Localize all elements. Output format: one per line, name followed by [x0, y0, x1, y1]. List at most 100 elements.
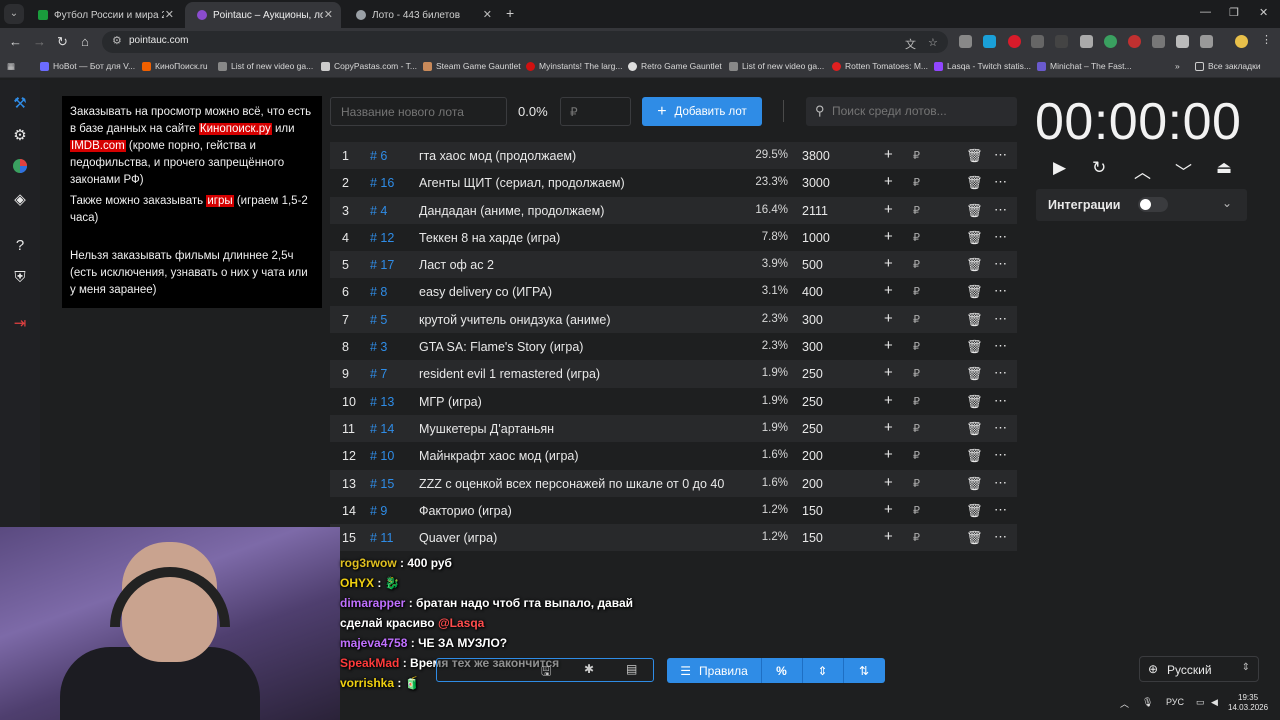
lot-amount[interactable]: 300: [802, 340, 823, 354]
extension-icon[interactable]: [1080, 35, 1093, 48]
lot-name[interactable]: крутой учитель онидзука (аниме): [419, 313, 611, 327]
lot-name[interactable]: МГР (игра): [419, 395, 482, 409]
add-amount-icon[interactable]: +: [884, 419, 893, 436]
more-options-icon[interactable]: ⋯: [994, 147, 1007, 163]
more-options-icon[interactable]: ⋯: [994, 447, 1007, 463]
more-options-icon[interactable]: ⋯: [994, 393, 1007, 409]
bookmark-item[interactable]: Retro Game Gauntlet: [628, 61, 722, 71]
settings-gear-icon[interactable]: ⚙: [10, 126, 30, 146]
lot-amount[interactable]: 200: [802, 477, 823, 491]
currency-input[interactable]: ₽: [913, 367, 920, 380]
add-lot-button[interactable]: + Добавить лот: [642, 97, 762, 126]
more-options-icon[interactable]: ⋯: [994, 420, 1007, 436]
add-amount-icon[interactable]: +: [884, 228, 893, 245]
chevron-down-icon[interactable]: ⌄: [1222, 196, 1232, 210]
currency-input[interactable]: ₽: [913, 313, 920, 326]
save-icon[interactable]: 🖫: [541, 662, 551, 683]
lot-name[interactable]: Агенты ЩИТ (сериал, продолжаем): [419, 176, 625, 190]
rules-button[interactable]: ☰ Правила: [667, 658, 761, 683]
network-icon[interactable]: ▭: [1196, 697, 1205, 708]
bookmark-item[interactable]: Lasqa - Twitch statis...: [934, 61, 1031, 71]
lot-search-input[interactable]: [832, 101, 1012, 121]
lot-amount[interactable]: 300: [802, 313, 823, 327]
lot-amount[interactable]: 3000: [802, 176, 830, 190]
shield-icon[interactable]: ⛨: [10, 268, 30, 288]
trash-icon[interactable]: 🗑: [966, 394, 983, 410]
logout-icon[interactable]: ⇥: [10, 314, 30, 334]
lot-name[interactable]: Quaver (игра): [419, 531, 497, 545]
lot-amount[interactable]: 250: [802, 395, 823, 409]
help-icon[interactable]: ?: [10, 236, 30, 256]
bookmark-item[interactable]: List of new video ga...: [218, 61, 313, 71]
lot-id[interactable]: # 10: [370, 449, 394, 463]
add-amount-icon[interactable]: +: [884, 173, 893, 190]
wheel-chart-icon[interactable]: [10, 158, 30, 178]
trash-icon[interactable]: 🗑: [966, 203, 983, 219]
lot-amount[interactable]: 250: [802, 422, 823, 436]
add-amount-icon[interactable]: +: [884, 337, 893, 354]
trash-icon[interactable]: 🗑: [966, 448, 983, 464]
extension-icon[interactable]: [1055, 35, 1068, 48]
extension-icon[interactable]: [983, 35, 996, 48]
new-lot-name-input[interactable]: [330, 97, 507, 126]
bookmark-item[interactable]: List of new video ga...: [729, 61, 824, 71]
timer-decrease-icon[interactable]: ﹀: [1175, 158, 1192, 183]
lot-name[interactable]: Дандадан (аниме, продолжаем): [419, 204, 604, 218]
lot-name[interactable]: GTA SA: Flame's Story (игра): [419, 340, 583, 354]
add-amount-icon[interactable]: +: [884, 364, 893, 381]
integrations-panel[interactable]: Интеграции ⌄: [1036, 189, 1247, 221]
bookmarks-overflow-icon[interactable]: »: [1175, 61, 1180, 71]
browser-tab-football[interactable]: Футбол России и мира 2026 - ✕: [26, 2, 182, 28]
currency-input[interactable]: ₽: [913, 204, 920, 217]
lot-name[interactable]: resident evil 1 remastered (игра): [419, 367, 600, 381]
lot-id[interactable]: # 3: [370, 340, 387, 354]
trash-icon[interactable]: 🗑: [966, 230, 983, 246]
timer-double-up-icon[interactable]: ⏏: [1216, 158, 1232, 178]
more-options-icon[interactable]: ⋯: [994, 311, 1007, 327]
reload-icon[interactable]: ↻: [57, 34, 68, 50]
delete-all-icon[interactable]: ▤: [626, 662, 637, 676]
add-amount-icon[interactable]: +: [884, 392, 893, 409]
lot-search[interactable]: ⚲: [806, 97, 1017, 126]
lot-name[interactable]: Теккен 8 на харде (игра): [419, 231, 560, 245]
lot-name[interactable]: Ласт оф ас 2: [419, 258, 494, 272]
lot-amount[interactable]: 500: [802, 258, 823, 272]
minimize-icon[interactable]: —: [1200, 6, 1211, 18]
more-options-icon[interactable]: ⋯: [994, 365, 1007, 381]
currency-input[interactable]: ₽: [913, 477, 920, 490]
add-amount-icon[interactable]: +: [884, 474, 893, 491]
more-options-icon[interactable]: ⋯: [994, 174, 1007, 190]
trash-icon[interactable]: 🗑: [966, 530, 983, 546]
profile-avatar[interactable]: [1235, 35, 1248, 48]
lot-name[interactable]: ZZZ с оценкой всех персонажей по шкале о…: [419, 477, 724, 491]
compact-view-icon[interactable]: ⇕: [802, 658, 843, 683]
more-options-icon[interactable]: ⋯: [994, 283, 1007, 299]
lot-name[interactable]: easy delivery co (ИГРА): [419, 285, 552, 299]
extension-icon[interactable]: [1104, 35, 1117, 48]
apps-grid-icon[interactable]: ▦: [7, 61, 15, 72]
add-amount-icon[interactable]: +: [884, 310, 893, 327]
bookmark-item[interactable]: Myinstants! The larg...: [526, 61, 622, 71]
window-close-icon[interactable]: ✕: [1259, 6, 1268, 19]
games-link[interactable]: игры: [206, 195, 234, 207]
trash-icon[interactable]: 🗑: [966, 312, 983, 328]
lot-id[interactable]: # 17: [370, 258, 394, 272]
new-lot-amount-input[interactable]: [560, 97, 631, 126]
currency-input[interactable]: ₽: [913, 422, 920, 435]
sort-icon[interactable]: ⇅: [843, 658, 885, 683]
add-amount-icon[interactable]: +: [884, 528, 893, 545]
add-amount-icon[interactable]: +: [884, 501, 893, 518]
lot-amount[interactable]: 1000: [802, 231, 830, 245]
percent-toggle-button[interactable]: %: [761, 658, 802, 683]
currency-input[interactable]: ₽: [913, 176, 920, 189]
add-amount-icon[interactable]: +: [884, 282, 893, 299]
bug-icon[interactable]: ✱: [584, 662, 594, 676]
reset-timer-icon[interactable]: ↻: [1092, 158, 1106, 178]
address-bar[interactable]: ⚙ pointauc.com 文 ☆: [102, 31, 948, 53]
trash-icon[interactable]: 🗑: [966, 175, 983, 191]
trash-icon[interactable]: 🗑: [966, 503, 983, 519]
timer-increase-icon[interactable]: ︿: [1134, 158, 1151, 183]
currency-input[interactable]: ₽: [913, 340, 920, 353]
microphone-icon[interactable]: 🎙: [1142, 697, 1153, 708]
extension-icon[interactable]: [1008, 35, 1021, 48]
